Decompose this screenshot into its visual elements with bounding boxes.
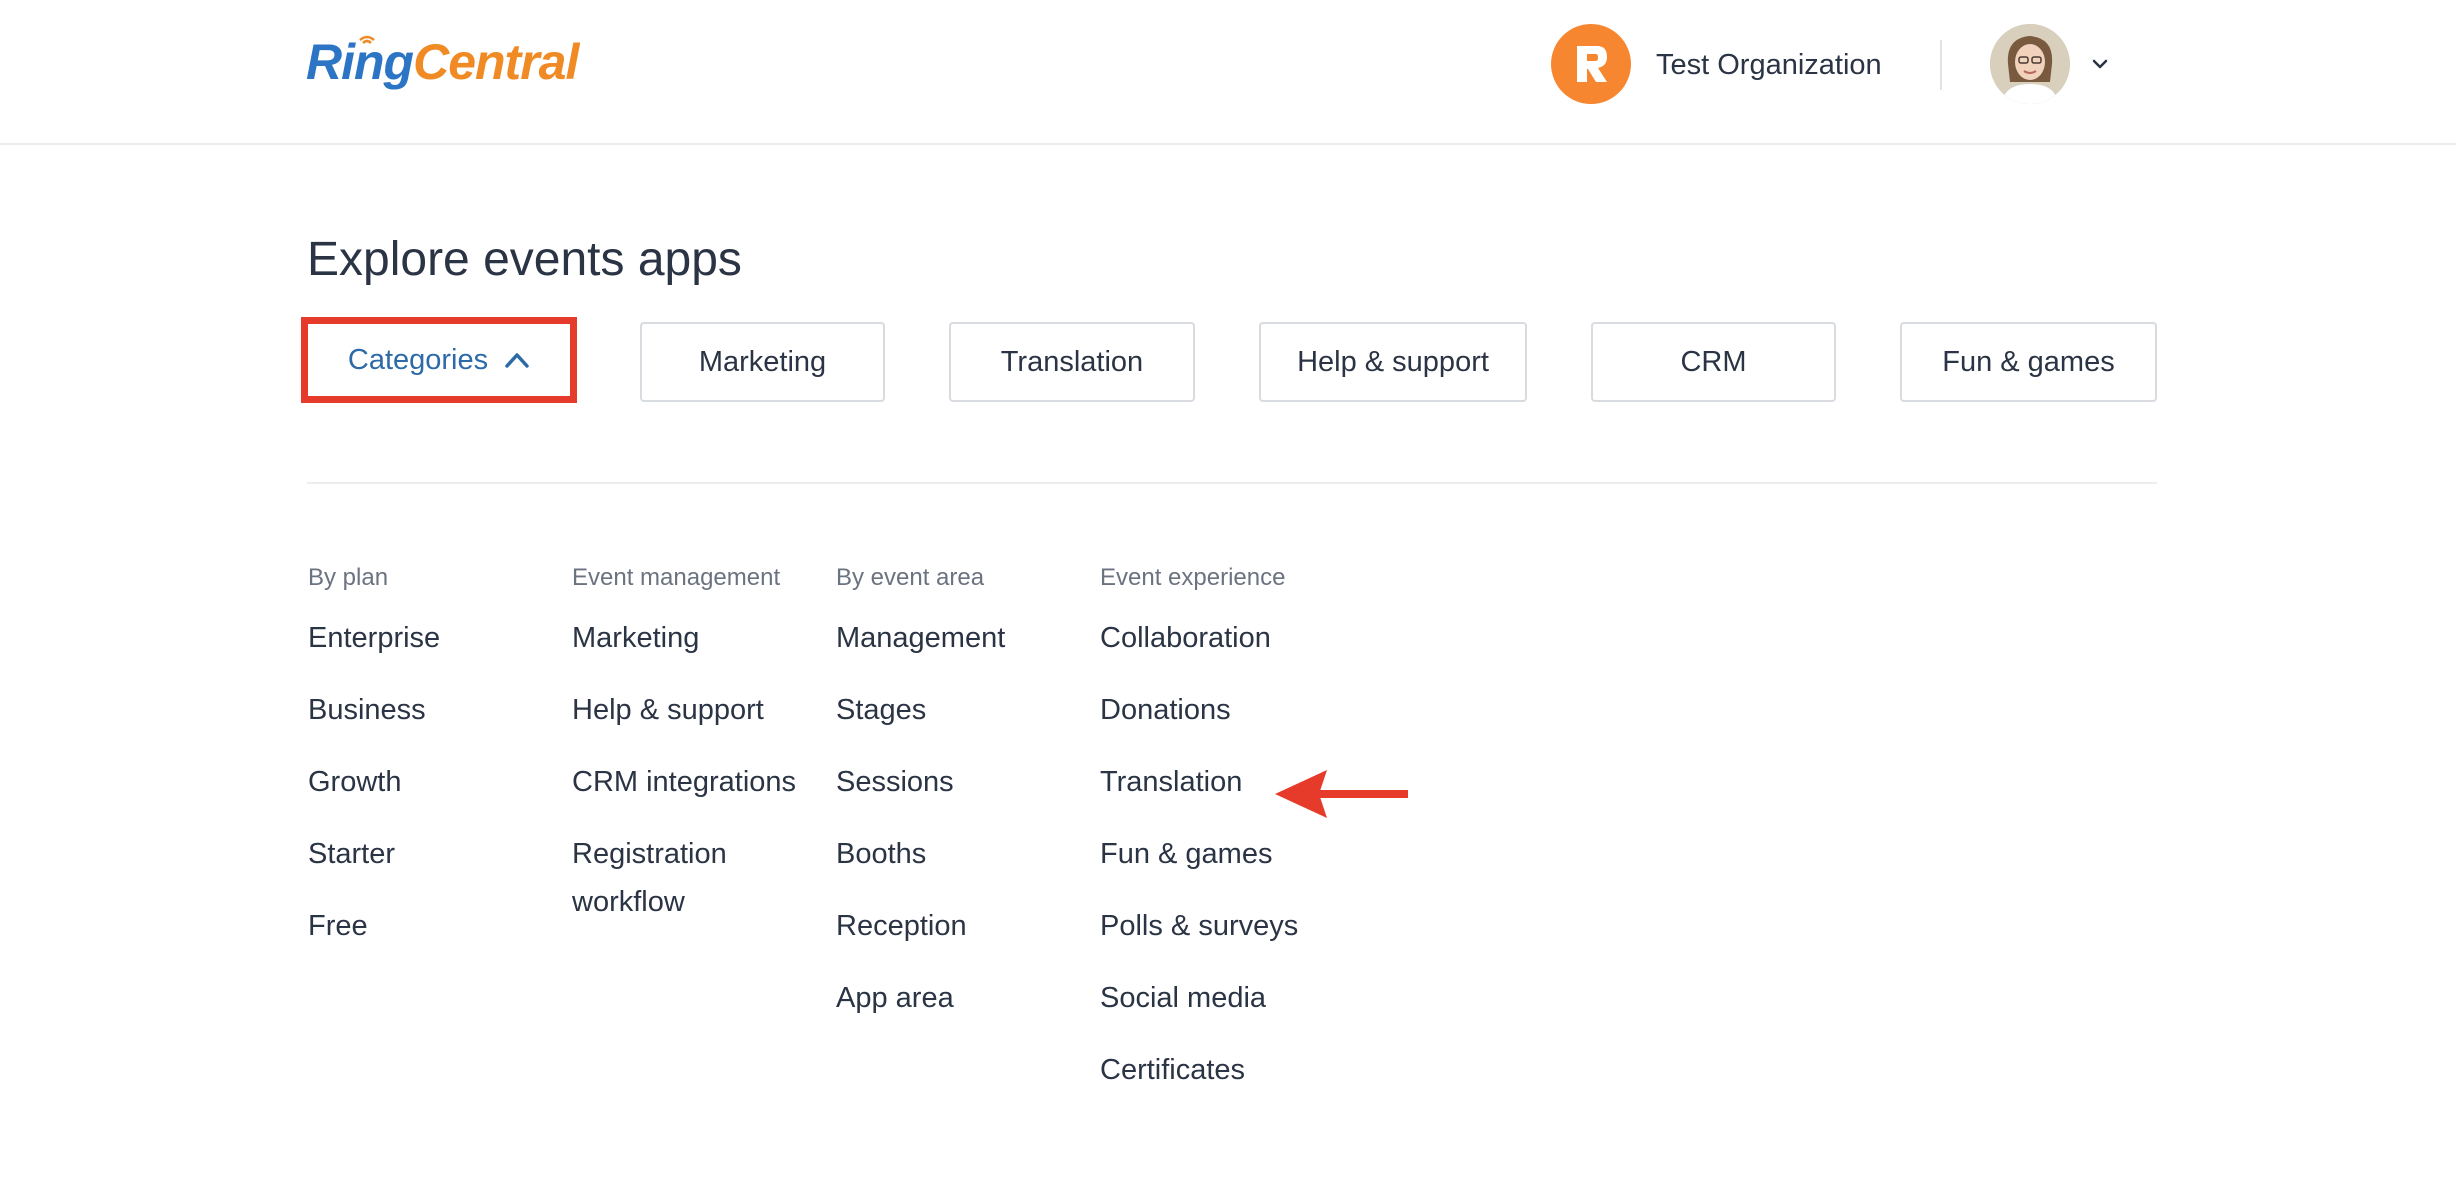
column-heading: By event area xyxy=(836,564,985,591)
tab-crm[interactable]: CRM xyxy=(1591,322,1836,402)
chevron-down-icon[interactable] xyxy=(2088,52,2112,76)
category-polls-surveys[interactable]: Polls & surveys xyxy=(1100,902,1298,950)
category-social-media[interactable]: Social media xyxy=(1100,974,1298,1022)
category-starter[interactable]: Starter xyxy=(308,830,440,878)
tab-marketing[interactable]: Marketing xyxy=(640,322,885,402)
r-logo-icon xyxy=(1577,46,1607,82)
category-crm-integrations[interactable]: CRM integrations xyxy=(572,758,796,806)
category-booths[interactable]: Booths xyxy=(836,830,1005,878)
category-fun-games[interactable]: Fun & games xyxy=(1100,830,1298,878)
category-app-area[interactable]: App area xyxy=(836,974,1005,1022)
header-divider xyxy=(1940,40,1942,90)
category-free[interactable]: Free xyxy=(308,902,440,950)
category-certificates[interactable]: Certificates xyxy=(1100,1046,1298,1094)
tab-fun-games[interactable]: Fun & games xyxy=(1900,322,2157,402)
column-event-experience: Event experience Collaboration Donations… xyxy=(1100,562,1298,1118)
top-header: Ring Central Test Organization xyxy=(0,0,2456,145)
category-enterprise[interactable]: Enterprise xyxy=(308,614,440,662)
wifi-icon xyxy=(359,35,375,44)
tab-help-support[interactable]: Help & support xyxy=(1259,322,1527,402)
tab-translation[interactable]: Translation xyxy=(949,322,1195,402)
category-growth[interactable]: Growth xyxy=(308,758,440,806)
page: Ring Central Test Organization Explore e… xyxy=(0,0,2456,1194)
category-donations[interactable]: Donations xyxy=(1100,686,1298,734)
category-help-support[interactable]: Help & support xyxy=(572,686,796,734)
category-stages[interactable]: Stages xyxy=(836,686,1005,734)
category-registration-workflow[interactable]: Registration workflow xyxy=(572,830,772,926)
org-name[interactable]: Test Organization xyxy=(1656,48,1882,82)
category-management[interactable]: Management xyxy=(836,614,1005,662)
column-heading: Event experience xyxy=(1100,564,1286,591)
user-photo-icon xyxy=(1990,24,2070,104)
column-event-management: Event management Marketing Help & suppor… xyxy=(572,562,796,950)
user-avatar[interactable] xyxy=(1990,24,2070,104)
category-business[interactable]: Business xyxy=(308,686,440,734)
section-divider xyxy=(307,482,2157,484)
category-sessions[interactable]: Sessions xyxy=(836,758,1005,806)
category-translation[interactable]: Translation xyxy=(1100,758,1298,806)
category-collaboration[interactable]: Collaboration xyxy=(1100,614,1298,662)
categories-dropdown-button[interactable]: Categories xyxy=(301,317,577,403)
column-by-event-area: By event area Management Stages Sessions… xyxy=(836,562,1005,1046)
red-arrow-annotation xyxy=(1275,770,1408,818)
category-reception[interactable]: Reception xyxy=(836,902,1005,950)
page-title: Explore events apps xyxy=(307,233,742,286)
column-heading: By plan xyxy=(308,564,389,591)
org-avatar-icon[interactable] xyxy=(1551,24,1631,104)
chevron-up-icon xyxy=(505,353,529,368)
category-marketing[interactable]: Marketing xyxy=(572,614,796,662)
column-heading: Event management xyxy=(572,564,781,591)
categories-label: Categories xyxy=(347,343,489,376)
logo-central-text: Central xyxy=(413,34,579,90)
ringcentral-logo[interactable]: Ring Central xyxy=(306,30,579,94)
column-by-plan: By plan Enterprise Business Growth Start… xyxy=(308,562,440,974)
